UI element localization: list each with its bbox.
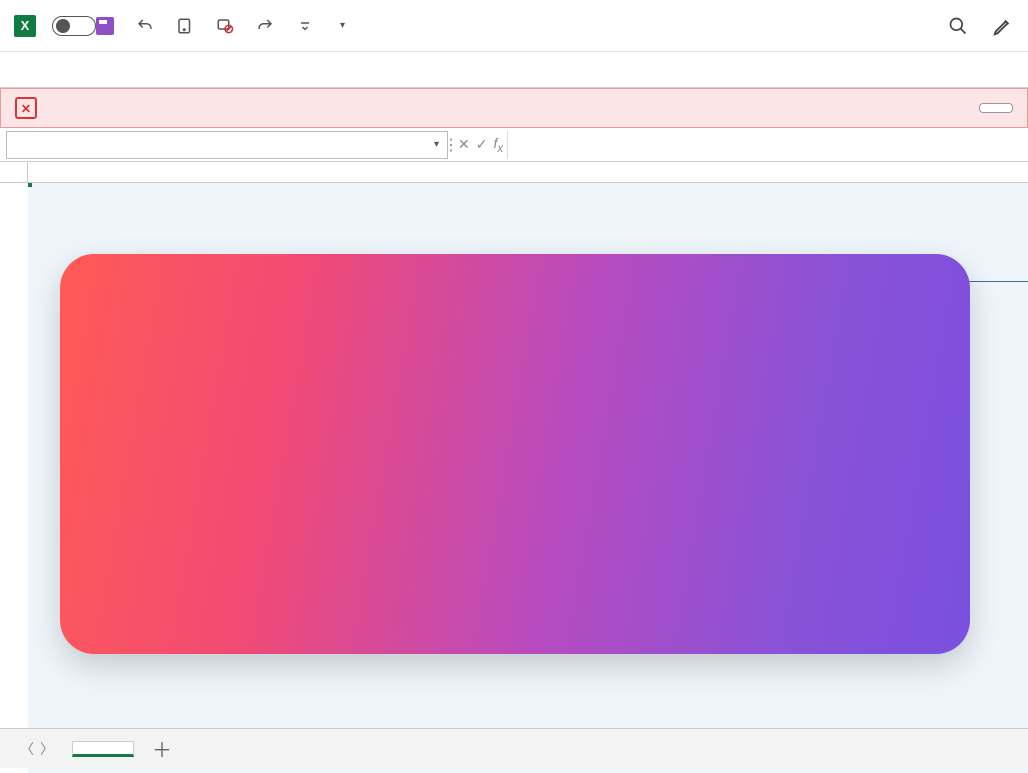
formula-bar-input[interactable] <box>507 131 1028 159</box>
security-warning-bar: ✕ <box>0 88 1028 128</box>
sheet-next-button[interactable]: 〉 <box>40 739 54 759</box>
column-headers <box>0 162 1028 183</box>
search-button[interactable] <box>948 16 968 36</box>
qat-overflow-button[interactable] <box>292 13 318 39</box>
touch-icon <box>176 17 194 35</box>
add-sheet-button[interactable]: ＋ <box>152 734 172 763</box>
chevron-down-icon[interactable]: ▾ <box>434 139 439 150</box>
ribbon-tabs <box>0 52 1028 88</box>
chevron-down-icon[interactable]: ▾ <box>340 20 345 31</box>
enter-formula-icon[interactable]: ✓ <box>476 136 488 153</box>
undo-icon <box>136 17 154 35</box>
sheet-tab-home[interactable] <box>72 741 134 757</box>
redo-icon <box>256 17 274 35</box>
shield-x-icon: ✕ <box>15 97 37 119</box>
touch-mode-button[interactable] <box>172 13 198 39</box>
cancel-formula-icon[interactable]: ✕ <box>458 136 470 153</box>
fx-icon[interactable]: fx <box>493 135 503 155</box>
save-button[interactable] <box>92 13 118 39</box>
block-icon <box>216 17 234 35</box>
overlay-card <box>60 254 970 654</box>
toggle-knob <box>56 19 70 33</box>
sheet-tab-bar: 〈 〉 ＋ <box>0 728 1028 768</box>
autosave-toggle[interactable] <box>46 16 74 36</box>
name-box[interactable]: ▾ <box>6 131 448 159</box>
redo-button[interactable] <box>252 13 278 39</box>
sheet-prev-button[interactable]: 〈 <box>20 739 34 759</box>
excel-app-icon: X <box>14 15 36 37</box>
active-cell-indicator <box>28 183 32 187</box>
save-icon <box>96 17 114 35</box>
pen-icon <box>992 15 1014 37</box>
ink-button[interactable] <box>992 15 1014 37</box>
chevron-down-icon <box>299 20 311 32</box>
row-headers <box>0 183 28 773</box>
toggle-track[interactable] <box>52 16 96 36</box>
search-icon <box>948 16 968 36</box>
block-macro-button[interactable] <box>212 13 238 39</box>
select-all-corner[interactable] <box>0 162 28 182</box>
security-details-button[interactable] <box>979 103 1013 113</box>
undo-button[interactable] <box>132 13 158 39</box>
